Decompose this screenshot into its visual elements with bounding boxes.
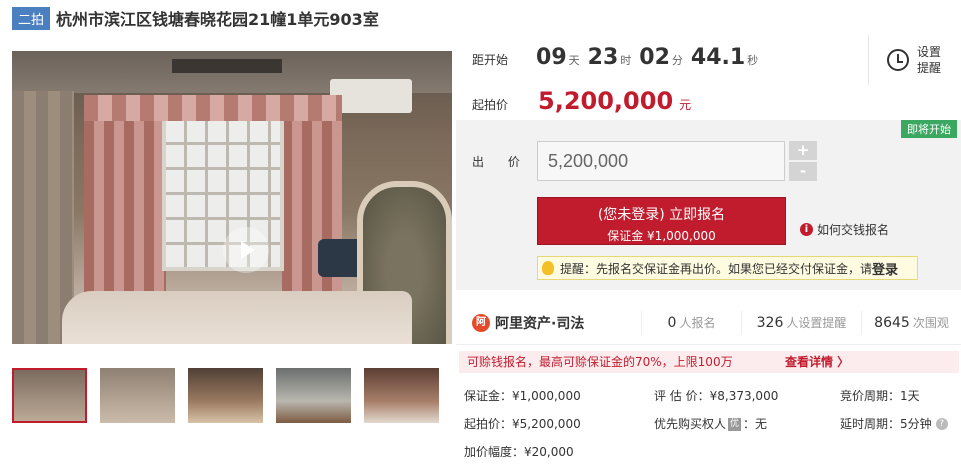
help-icon[interactable]: ? [935, 418, 948, 430]
priority-buyer-label: 优先购买权人 [654, 416, 727, 431]
thumbnail-5[interactable] [364, 368, 440, 423]
signup-button-label: (您未登录) 立即报名 [597, 207, 726, 223]
thumbnail-3[interactable] [188, 368, 264, 423]
tip-text: 提醒：先报名交保证金再出价。如果您已经交付保证金，请 [560, 261, 873, 276]
start-price-unit: 元 [679, 98, 692, 112]
decrease-bid-button[interactable]: - [789, 162, 817, 181]
brand[interactable]: 阿 阿里资产·司法 [456, 313, 641, 333]
info-icon: i [800, 223, 813, 236]
thumbnail-1[interactable] [12, 368, 88, 423]
credit-promo-banner: 可赊钱报名，最高可赊保证金的70%，上限100万 查看详情 〉 [459, 351, 959, 373]
alarm-clock-icon [887, 49, 909, 71]
signup-count-value: 0 [667, 314, 677, 331]
thumbnail-4[interactable] [276, 368, 352, 423]
countdown-seconds-unit: 秒 [747, 54, 759, 67]
countdown-label: 距开始 [472, 53, 509, 67]
brand-stats-row: 阿 阿里资产·司法 0 人报名 326 人设置提醒 8645 次围观 [456, 301, 961, 345]
bid-box: 即将开始 出 价 + - (您未登录) 立即报名 保证金 ¥1,000,000 … [456, 120, 961, 290]
details-row-2: 起拍价：¥5,200,000 优先购买权人优：无 延时周期：5分钟? [464, 409, 961, 437]
signup-count-suffix: 人报名 [679, 315, 716, 330]
countdown-minutes-unit: 分 [671, 54, 683, 67]
certificate-icon: 优 [728, 417, 742, 431]
countdown-days-unit: 天 [568, 54, 580, 67]
title-row: 二拍 杭州市滨江区钱塘春晓花园21幢1单元903室 [12, 6, 379, 30]
how-to-pay-link[interactable]: i 如何交钱报名 [800, 221, 889, 238]
page-title: 杭州市滨江区钱塘春晓花园21幢1单元903室 [56, 10, 379, 29]
signup-button[interactable]: (您未登录) 立即报名 保证金 ¥1,000,000 [537, 197, 786, 245]
set-reminder-button[interactable]: 设置提醒 [868, 35, 961, 85]
auction-panel: 距开始 09 天 23 时 02 分 44.1 秒 设置提醒 起拍价 5,200… [456, 35, 961, 468]
increment-info: 加价幅度：¥20,000 [464, 444, 574, 459]
login-link[interactable]: 登录 [872, 259, 898, 278]
login-tip: 提醒：先报名交保证金再出价。如果您已经交付保证金，请 登录 [537, 256, 918, 280]
bid-amount-input[interactable] [537, 141, 785, 181]
photo-curtain-right [282, 101, 342, 311]
increase-bid-button[interactable]: + [789, 141, 817, 160]
reminder-count: 326 人设置提醒 [741, 310, 861, 335]
reminder-count-suffix: 人设置提醒 [786, 315, 847, 330]
play-video-icon[interactable] [223, 227, 269, 273]
reminder-count-value: 326 [756, 314, 784, 331]
start-price-label: 起拍价 [472, 98, 509, 112]
details-row-1: 保证金：¥1,000,000 评 估 价：¥8,373,000 竞价周期：1天 [464, 381, 961, 409]
bid-label: 出 价 [472, 155, 530, 169]
brand-name: 阿里资产·司法 [495, 315, 585, 332]
view-count-value: 8645 [874, 314, 910, 331]
photo-curtain-left [84, 101, 166, 311]
how-to-pay-label: 如何交钱报名 [817, 223, 890, 237]
photo-air-conditioner [330, 79, 412, 113]
thumbnail-2[interactable] [100, 368, 176, 423]
appraisal-info: 评 估 价：¥8,373,000 [654, 388, 779, 403]
countdown-hours-unit: 时 [620, 54, 632, 67]
photo-bed [62, 291, 412, 344]
start-price-row: 起拍价 5,200,000 元 [472, 87, 691, 115]
thumbnail-strip [12, 368, 452, 424]
status-badge: 即将开始 [901, 120, 957, 138]
deposit-info: 保证金：¥1,000,000 [464, 388, 581, 403]
countdown-minutes: 02 [639, 45, 670, 70]
credit-promo-text: 可赊钱报名，最高可赊保证金的70%，上限100万 [467, 355, 733, 369]
countdown-seconds: 44.1 [690, 45, 746, 70]
countdown: 距开始 09 天 23 时 02 分 44.1 秒 [472, 45, 764, 70]
period-info: 竞价周期：1天 [840, 388, 920, 403]
start-price-value: 5,200,000 [538, 87, 674, 115]
view-count: 8645 次围观 [861, 310, 961, 335]
start-price-info: 起拍价：¥5,200,000 [464, 416, 581, 431]
set-reminder-label: 设置提醒 [917, 45, 942, 75]
photo-vent [172, 59, 282, 73]
auction-details: 保证金：¥1,000,000 评 估 价：¥8,373,000 竞价周期：1天 … [464, 381, 961, 465]
extension-info: 延时周期：5分钟? [840, 415, 960, 432]
photo-valance [84, 95, 342, 121]
signup-count: 0 人报名 [641, 310, 741, 335]
lightbulb-icon [542, 261, 554, 275]
countdown-hours: 23 [587, 45, 619, 70]
details-row-3: 加价幅度：¥20,000 [464, 437, 961, 465]
main-photo[interactable] [12, 51, 452, 344]
priority-buyer-value: ：无 [743, 416, 768, 431]
bid-stepper: + - [789, 141, 817, 181]
countdown-days: 09 [536, 45, 567, 70]
view-details-link[interactable]: 查看详情 〉 [785, 351, 849, 373]
signup-deposit-label: 保证金 ¥1,000,000 [607, 229, 716, 243]
view-count-suffix: 次围观 [912, 315, 949, 330]
priority-buyer-info: 优先购买权人优：无 [654, 415, 840, 432]
extension-text: 延时周期：5分钟 [840, 416, 932, 431]
ali-assets-logo-icon: 阿 [472, 313, 490, 332]
auction-round-badge: 二拍 [12, 6, 51, 30]
